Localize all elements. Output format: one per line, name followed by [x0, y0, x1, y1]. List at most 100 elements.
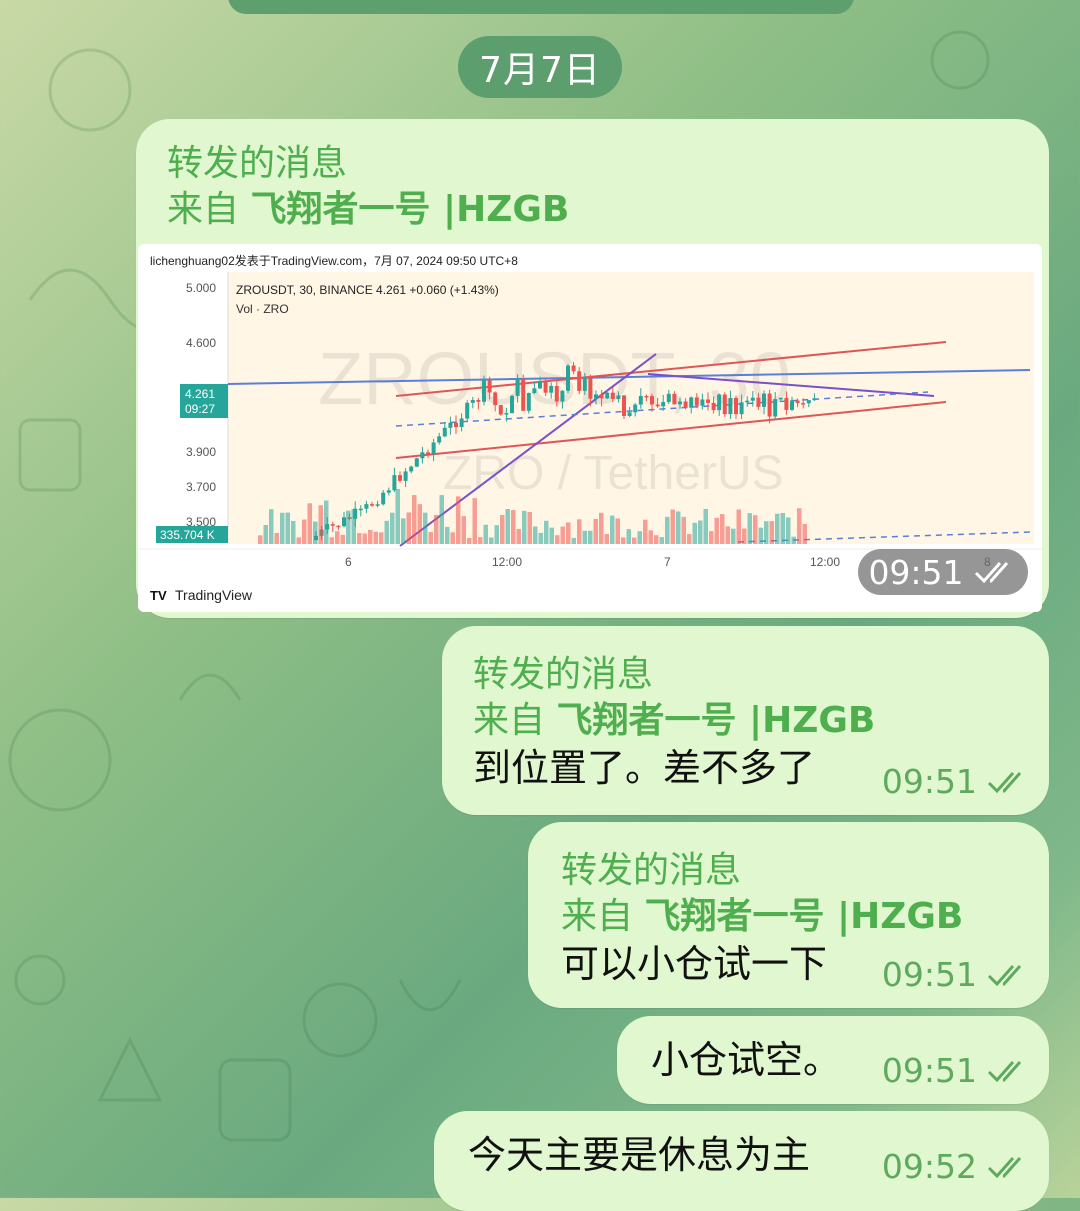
volume-bar — [731, 528, 736, 544]
candle-body — [616, 395, 621, 399]
candle-body — [493, 392, 498, 406]
candle-body — [448, 422, 453, 428]
candle-body — [420, 452, 425, 459]
candle-body — [711, 402, 716, 411]
candle-body — [398, 475, 402, 481]
candle-body — [554, 385, 559, 402]
candle-body — [370, 504, 374, 506]
volume-bar — [274, 532, 279, 544]
candle-body — [773, 399, 778, 417]
volume-bar — [604, 533, 609, 544]
candle-body — [706, 399, 710, 403]
symbol-line: ZROUSDT, 30, BINANCE 4.261 +0.060 (+1.43… — [236, 283, 499, 297]
candle-body — [498, 405, 503, 415]
volume-bar — [786, 517, 791, 544]
tradingview-logo-text: TradingView — [175, 587, 253, 603]
volume-bar — [577, 519, 582, 544]
message-bubble[interactable]: 转发的消息 来自 飞翔者一号 |HZGB 到位置了。差不多了 09:51 — [442, 626, 1049, 815]
candle-body — [717, 394, 722, 411]
volume-bar — [725, 526, 730, 544]
candle-body — [538, 381, 542, 389]
volume-bar — [461, 516, 466, 544]
volume-bar — [434, 514, 439, 544]
volume-bar — [659, 537, 664, 544]
forward-from-prefix: 来自 — [473, 700, 546, 741]
forward-source[interactable]: 来自 飞翔者一号 |HZGB — [561, 894, 963, 940]
candle-body — [610, 392, 615, 399]
volume-bar — [379, 532, 384, 544]
y-tick: 3.900 — [186, 445, 216, 459]
volume-bar — [472, 498, 477, 544]
volume-bar — [637, 531, 642, 544]
volume-bar — [346, 510, 351, 544]
candle-body — [672, 393, 677, 405]
message-text: 到位置了。差不多了 — [473, 746, 816, 790]
candle-body — [577, 371, 582, 391]
price-tag-time: 09:27 — [185, 402, 215, 416]
message-meta: 09:51 — [882, 1051, 1031, 1090]
candle-body — [806, 400, 811, 404]
volume-bar — [764, 521, 769, 544]
pinned-bar[interactable] — [228, 0, 854, 14]
candle-body — [375, 504, 380, 506]
volume-bar — [742, 528, 747, 544]
candle-body — [582, 378, 587, 391]
x-tick: 7 — [664, 555, 671, 569]
date-divider: 7月7日 — [458, 36, 622, 98]
volume-bar — [494, 525, 499, 544]
candle-body — [566, 365, 570, 391]
volume-bar — [780, 512, 785, 544]
volume-bar — [478, 537, 483, 544]
candle-body — [487, 380, 492, 393]
candle-body — [655, 404, 660, 407]
volume-bar — [549, 527, 554, 544]
volume-bar — [522, 510, 527, 544]
volume-bar — [555, 535, 560, 544]
volume-bar — [791, 536, 796, 544]
message-bubble[interactable]: 转发的消息 来自 飞翔者一号 |HZGB 可以小仓试一下 09:51 — [528, 822, 1049, 1008]
candle-body — [515, 378, 520, 396]
candle-body — [683, 401, 688, 408]
volume-bar — [483, 524, 488, 544]
volume-bar — [720, 514, 725, 544]
volume-bar — [390, 512, 395, 544]
candle-body — [650, 396, 654, 405]
volume-bar — [423, 512, 428, 544]
forward-source[interactable]: 来自 飞翔者一号 |HZGB — [167, 187, 569, 233]
double-check-icon — [974, 562, 1008, 584]
candle-body — [795, 400, 800, 404]
candle-body — [678, 401, 682, 405]
volume-bar — [621, 537, 626, 544]
volume-bar — [560, 526, 565, 544]
volume-bar — [362, 533, 367, 544]
volume-bar — [456, 496, 461, 544]
candle-body — [790, 400, 794, 410]
forward-source[interactable]: 来自 飞翔者一号 |HZGB — [473, 698, 875, 744]
candle-body — [622, 395, 626, 416]
candle-body — [521, 378, 526, 411]
volume-bar — [687, 534, 692, 544]
volume-bar — [368, 529, 373, 544]
candle-body — [437, 436, 442, 443]
volume-bar — [357, 533, 362, 544]
message-bubble[interactable]: 小仓试空。 09:51 — [617, 1016, 1049, 1104]
volume-bar — [269, 509, 274, 544]
candle-body — [454, 422, 458, 428]
message-bubble[interactable]: 今天主要是休息为主 09:52 — [434, 1111, 1049, 1211]
forward-from-name[interactable]: 飞翔者一号 |HZGB — [250, 189, 569, 230]
volume-bar — [533, 526, 538, 544]
y-tick: 4.600 — [186, 336, 216, 350]
forward-from-name[interactable]: 飞翔者一号 |HZGB — [644, 896, 963, 937]
candle-body — [465, 402, 470, 419]
message-time-overlay: 09:51 — [858, 549, 1028, 595]
chart-header: lichenghuang02发表于TradingView.com，7月 07, … — [150, 253, 518, 268]
volume-bar — [709, 531, 714, 544]
candle-body — [762, 393, 766, 407]
forward-from-name[interactable]: 飞翔者一号 |HZGB — [556, 700, 875, 741]
candle-body — [756, 397, 761, 407]
volume-bar — [692, 522, 697, 544]
candle-body — [431, 442, 436, 455]
volume-bar — [313, 521, 318, 544]
y-tick: 5.000 — [186, 281, 216, 295]
candle-body — [599, 394, 604, 399]
